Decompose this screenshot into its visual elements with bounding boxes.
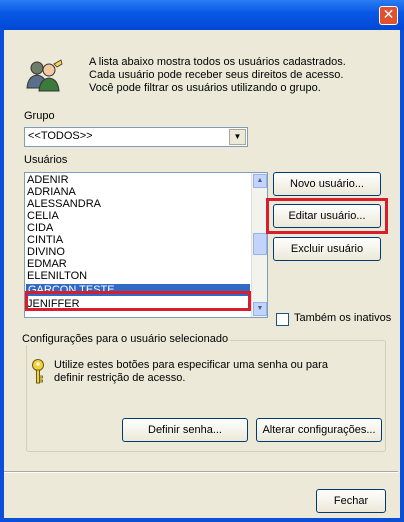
list-item[interactable]: ADRIANA bbox=[27, 186, 76, 198]
delete-user-button[interactable]: Excluir usuário bbox=[273, 237, 381, 261]
show-inactive-checkbox[interactable] bbox=[276, 313, 289, 326]
user-settings-title: Configurações para o usuário selecionado bbox=[20, 333, 231, 345]
title-bar: ✕ bbox=[0, 0, 404, 30]
scroll-thumb[interactable] bbox=[253, 233, 267, 255]
footer-divider bbox=[4, 471, 398, 473]
users-access-icon bbox=[26, 59, 63, 92]
intro-line: Você pode filtrar os usuários utilizando… bbox=[89, 82, 321, 94]
close-button[interactable]: Fechar bbox=[316, 489, 386, 513]
intro-text: A lista abaixo mostra todos os usuários … bbox=[89, 56, 369, 95]
list-item[interactable]: CELIA bbox=[27, 210, 59, 222]
list-item[interactable]: EDMAR bbox=[27, 258, 67, 270]
intro-line: Cada usuário pode receber seus direitos … bbox=[89, 69, 344, 81]
list-item[interactable]: CIDA bbox=[27, 222, 53, 234]
key-icon bbox=[32, 359, 44, 384]
scroll-up-icon[interactable]: ▲ bbox=[253, 174, 267, 188]
group-select-value: <<TODOS>> bbox=[28, 130, 93, 142]
settings-line: Utilize estes botões para especificar um… bbox=[54, 359, 328, 371]
selection-highlight-marker bbox=[25, 291, 251, 311]
intro-line: A lista abaixo mostra todos os usuários … bbox=[89, 56, 346, 68]
chevron-down-icon[interactable]: ▼ bbox=[229, 129, 246, 145]
list-item[interactable]: CINTIA bbox=[27, 234, 63, 246]
settings-description: Utilize estes botões para especificar um… bbox=[54, 359, 328, 385]
settings-line: definir restrição de acesso. bbox=[54, 372, 186, 384]
group-select[interactable]: <<TODOS>> ▼ bbox=[24, 127, 248, 147]
group-label: Grupo bbox=[24, 110, 55, 122]
close-window-button[interactable]: ✕ bbox=[379, 6, 398, 25]
users-label: Usuários bbox=[24, 154, 68, 166]
show-inactive-label: Também os inativos bbox=[294, 312, 392, 324]
set-password-button[interactable]: Definir senha... bbox=[122, 418, 248, 442]
scroll-down-icon[interactable]: ▼ bbox=[253, 302, 267, 316]
list-item[interactable]: ALESSANDRA bbox=[27, 198, 101, 210]
edit-button-highlight-marker bbox=[266, 198, 388, 234]
list-item[interactable]: DIVINO bbox=[27, 246, 65, 258]
users-list-scrollbar[interactable]: ▲ ▼ bbox=[251, 173, 267, 317]
change-settings-button[interactable]: Alterar configurações... bbox=[256, 418, 382, 442]
list-item[interactable]: ELENILTON bbox=[27, 270, 87, 282]
list-item[interactable]: ADENIR bbox=[27, 174, 69, 186]
new-user-button[interactable]: Novo usuário... bbox=[273, 172, 381, 196]
